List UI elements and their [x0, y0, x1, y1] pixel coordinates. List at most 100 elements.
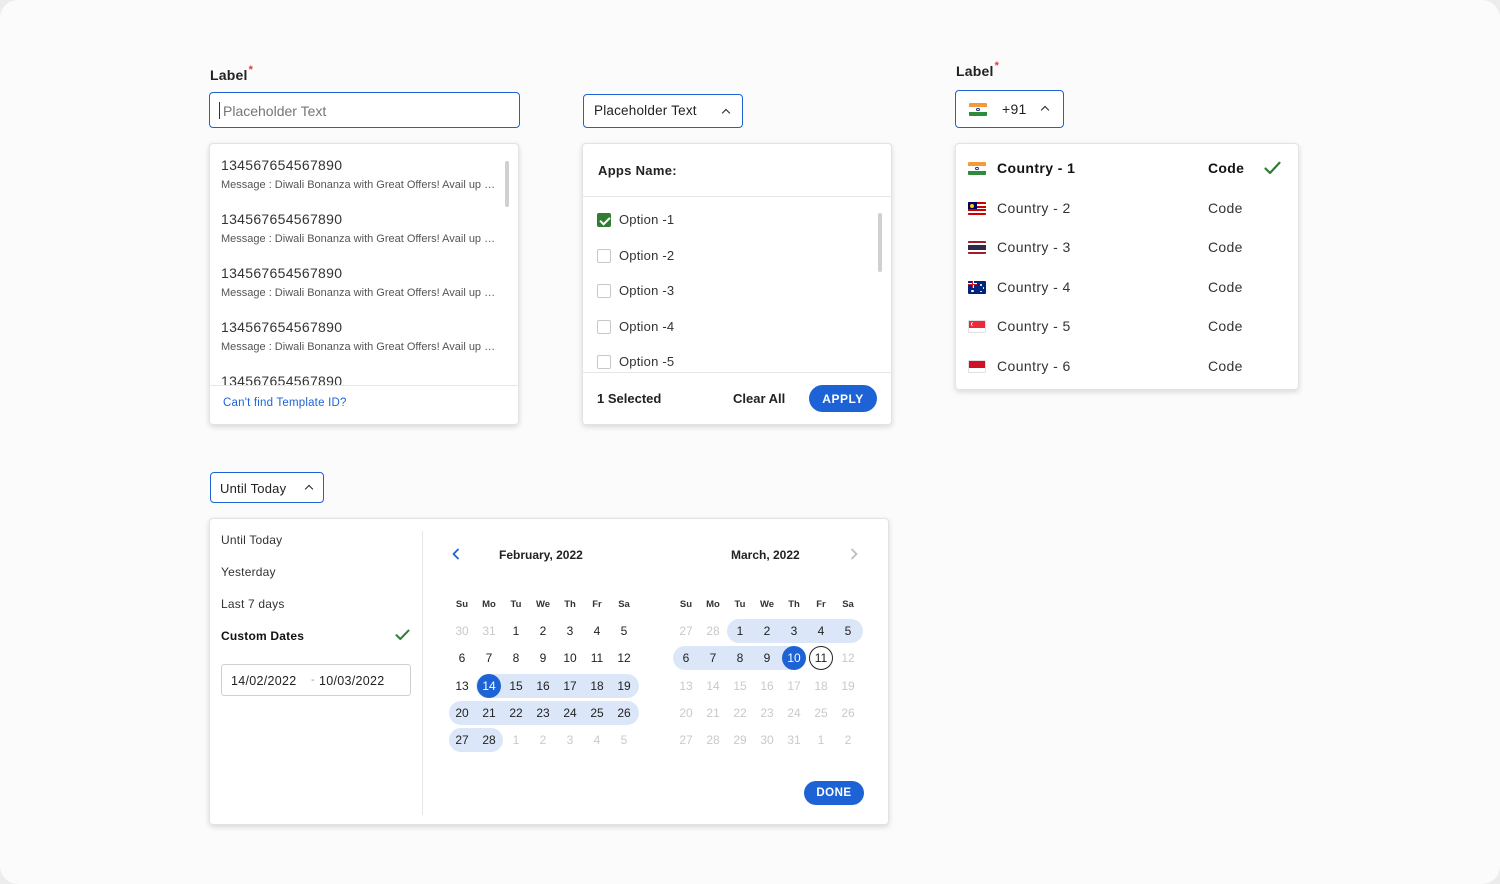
country-row[interactable]: Country - 5 Code: [968, 315, 1284, 339]
calendar-day[interactable]: 1: [504, 728, 528, 752]
done-button[interactable]: DONE: [804, 781, 864, 805]
calendar-day[interactable]: 30: [755, 728, 779, 752]
calendar-day[interactable]: 5: [836, 619, 860, 643]
calendar-day[interactable]: 7: [477, 646, 501, 670]
calendar-day[interactable]: 16: [531, 674, 555, 698]
chevron-right-icon[interactable]: [849, 548, 859, 560]
template-item[interactable]: 134567654567890 Message : Diwali Bonanza…: [221, 265, 497, 299]
calendar-day[interactable]: 31: [477, 619, 501, 643]
calendar-day[interactable]: 24: [558, 701, 582, 725]
calendar-day[interactable]: 20: [674, 701, 698, 725]
calendar-day[interactable]: 10: [558, 646, 582, 670]
calendar-day[interactable]: 27: [450, 728, 474, 752]
calendar-day[interactable]: 2: [531, 728, 555, 752]
calendar-day[interactable]: 4: [809, 619, 833, 643]
template-search-input[interactable]: [221, 100, 505, 122]
calendar-day[interactable]: 28: [477, 728, 501, 752]
calendar-day[interactable]: 22: [504, 701, 528, 725]
calendar-day[interactable]: 12: [612, 646, 636, 670]
calendar-day[interactable]: 29: [728, 728, 752, 752]
option-row[interactable]: Option -2: [597, 247, 674, 267]
calendar-day[interactable]: 28: [701, 728, 725, 752]
checkbox[interactable]: [597, 319, 611, 334]
calendar-day[interactable]: 19: [836, 674, 860, 698]
template-search-field[interactable]: [209, 92, 520, 128]
calendar-day[interactable]: 8: [728, 646, 752, 670]
calendar-day[interactable]: 18: [809, 674, 833, 698]
calendar-day[interactable]: 2: [531, 619, 555, 643]
calendar-day[interactable]: 27: [674, 728, 698, 752]
calendar-day[interactable]: 21: [701, 701, 725, 725]
calendar-day[interactable]: 27: [674, 619, 698, 643]
calendar-day[interactable]: 7: [701, 646, 725, 670]
quick-range-until-today[interactable]: Until Today: [221, 533, 282, 547]
calendar-day[interactable]: 1: [504, 619, 528, 643]
calendar-day[interactable]: 3: [558, 619, 582, 643]
calendar-day[interactable]: 13: [674, 674, 698, 698]
checkbox[interactable]: [597, 283, 611, 298]
calendar-day[interactable]: 4: [585, 619, 609, 643]
checkbox[interactable]: [597, 248, 611, 263]
calendar-day[interactable]: 17: [558, 674, 582, 698]
option-row[interactable]: Option -3: [597, 282, 674, 302]
calendar-day[interactable]: 23: [755, 701, 779, 725]
calendar-day[interactable]: 1: [809, 728, 833, 752]
date-range-input[interactable]: 14/02/2022 - 10/03/2022: [221, 664, 411, 696]
calendar-day[interactable]: 14: [701, 674, 725, 698]
calendar-day[interactable]: 1: [728, 619, 752, 643]
calendar-day[interactable]: 26: [836, 701, 860, 725]
quick-range-custom-dates[interactable]: Custom Dates: [221, 629, 304, 643]
chevron-left-icon[interactable]: [451, 548, 461, 560]
calendar-day[interactable]: 5: [612, 728, 636, 752]
calendar-day[interactable]: 6: [674, 646, 698, 670]
calendar-day[interactable]: 9: [755, 646, 779, 670]
calendar-day[interactable]: 9: [531, 646, 555, 670]
calendar-day-range-start[interactable]: 14: [477, 674, 501, 698]
template-item[interactable]: 134567654567890 Message : Diwali Bonanza…: [221, 157, 497, 191]
calendar-day[interactable]: 2: [836, 728, 860, 752]
country-row[interactable]: Country - 3 Code: [968, 236, 1284, 260]
calendar-day[interactable]: 17: [782, 674, 806, 698]
calendar-day[interactable]: 28: [701, 619, 725, 643]
option-row[interactable]: Option -1: [597, 211, 674, 231]
calendar-day[interactable]: 6: [450, 646, 474, 670]
calendar-day[interactable]: 19: [612, 674, 636, 698]
calendar-day[interactable]: 21: [477, 701, 501, 725]
calendar-day[interactable]: 15: [728, 674, 752, 698]
country-row-selected[interactable]: Country - 1 Code: [968, 157, 1284, 181]
clear-all-button[interactable]: Clear All: [733, 391, 785, 406]
calendar-day[interactable]: 24: [782, 701, 806, 725]
cant-find-template-link[interactable]: Can't find Template ID?: [223, 397, 347, 409]
scrollbar-thumb[interactable]: [878, 213, 882, 272]
apply-button[interactable]: APPLY: [809, 385, 877, 412]
quick-range-yesterday[interactable]: Yesterday: [221, 565, 276, 579]
calendar-day[interactable]: 3: [782, 619, 806, 643]
calendar-day[interactable]: 25: [809, 701, 833, 725]
checkbox-checked[interactable]: [597, 212, 611, 227]
calendar-day[interactable]: 26: [612, 701, 636, 725]
country-code-selector[interactable]: +91: [955, 90, 1064, 128]
option-row[interactable]: Option -5: [597, 353, 674, 373]
calendar-day[interactable]: 31: [782, 728, 806, 752]
apps-multiselect-trigger[interactable]: Placeholder Text: [583, 94, 743, 128]
template-item[interactable]: 134567654567890 Message : Diwali Bonanza…: [221, 211, 497, 245]
calendar-day[interactable]: 5: [612, 619, 636, 643]
country-row[interactable]: Country - 2 Code: [968, 197, 1284, 221]
calendar-day[interactable]: 12: [836, 646, 860, 670]
option-row[interactable]: Option -4: [597, 318, 674, 338]
country-row[interactable]: Country - 4 Code: [968, 276, 1284, 300]
calendar-day[interactable]: 3: [558, 728, 582, 752]
calendar-day-range-end[interactable]: 10: [782, 646, 806, 670]
calendar-day[interactable]: 23: [531, 701, 555, 725]
checkbox[interactable]: [597, 354, 611, 369]
calendar-day[interactable]: 22: [728, 701, 752, 725]
quick-range-last-7-days[interactable]: Last 7 days: [221, 597, 285, 611]
calendar-day[interactable]: 25: [585, 701, 609, 725]
calendar-day[interactable]: 11: [585, 646, 609, 670]
calendar-day-today[interactable]: 11: [809, 646, 833, 670]
calendar-day[interactable]: 18: [585, 674, 609, 698]
date-range-trigger[interactable]: Until Today: [210, 472, 324, 503]
calendar-day[interactable]: 8: [504, 646, 528, 670]
country-row[interactable]: Country - 6 Code: [968, 355, 1284, 379]
calendar-day[interactable]: 13: [450, 674, 474, 698]
